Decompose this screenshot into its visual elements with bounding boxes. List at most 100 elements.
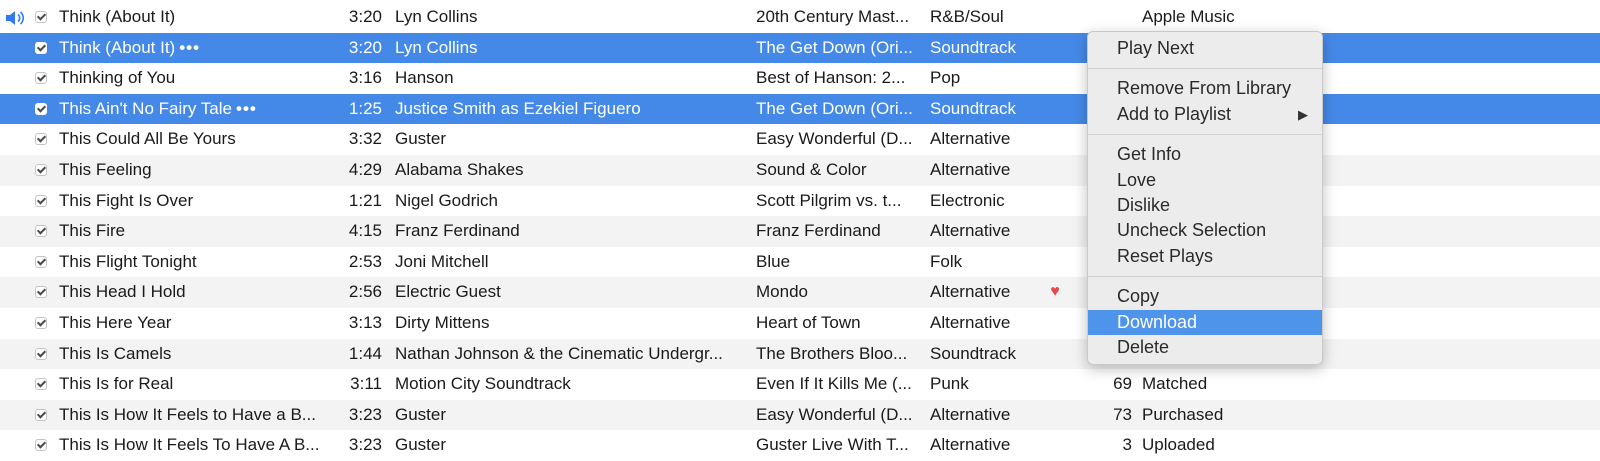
song-album-text: Sound & Color bbox=[756, 159, 867, 179]
song-genre-text: Alternative bbox=[930, 159, 1011, 179]
menu-item-dislike[interactable]: Dislike bbox=[1088, 193, 1322, 218]
menu-item-add-to-playlist[interactable]: Add to Playlist ▶ bbox=[1088, 102, 1322, 127]
song-album: Sound & Color bbox=[756, 155, 916, 186]
song-time-text: 3:32 bbox=[348, 129, 382, 149]
song-genre-text: Soundtrack bbox=[930, 37, 1016, 57]
song-album-text: Easy Wonderful (D... bbox=[756, 129, 913, 149]
song-time: 3:20 bbox=[326, 2, 382, 33]
heart-icon[interactable]: ♥ bbox=[1044, 277, 1066, 308]
song-checkbox[interactable] bbox=[35, 408, 47, 421]
song-row[interactable]: This Is for Real 3:11 Motion City Soundtra… bbox=[0, 369, 1600, 400]
song-list: Think (About It) 3:20 Lyn Collins 20th Cent… bbox=[0, 2, 1600, 461]
song-album: Mondo bbox=[756, 277, 916, 308]
song-row[interactable]: Thinking of You 3:16 Hanson Best of Hanson:… bbox=[0, 63, 1600, 94]
menu-item-download[interactable]: Download bbox=[1088, 309, 1322, 335]
song-checkbox[interactable] bbox=[35, 194, 47, 207]
song-album-text: Easy Wonderful (D... bbox=[756, 404, 913, 424]
song-time: 1:44 bbox=[326, 339, 382, 370]
song-artist-text: Dirty Mittens bbox=[395, 312, 490, 332]
song-checkbox[interactable] bbox=[35, 72, 47, 85]
song-row[interactable]: This Is How It Feels to Have a B... 3:23 G… bbox=[0, 399, 1600, 431]
song-checkbox[interactable] bbox=[35, 102, 47, 115]
song-time-text: 3:20 bbox=[348, 37, 382, 57]
song-row[interactable]: This Fire 4:15 Franz Ferdinand Franz Ferdin… bbox=[0, 216, 1600, 247]
song-title: This Is Camels bbox=[59, 339, 327, 370]
song-row[interactable]: This Head I Hold 2:56 Electric Guest Mondo A… bbox=[0, 277, 1600, 308]
song-time: 3:23 bbox=[326, 430, 382, 461]
song-time: 4:29 bbox=[326, 155, 382, 186]
song-genre-text: Alternative bbox=[930, 282, 1011, 302]
song-title-text: This Is How It Feels To Have A B... bbox=[59, 435, 320, 455]
song-album-text: Guster Live With T... bbox=[756, 435, 909, 455]
menu-item-play-next[interactable]: Play Next bbox=[1088, 36, 1322, 61]
song-genre-text: Folk bbox=[930, 251, 963, 271]
song-time: 4:15 bbox=[326, 216, 382, 247]
song-album-text: 20th Century Mast... bbox=[756, 7, 910, 26]
song-checkbox[interactable] bbox=[35, 133, 47, 146]
song-row[interactable]: This Here Year 3:13 Dirty Mittens Heart of … bbox=[0, 308, 1600, 339]
song-artist: Joni Mitchell bbox=[395, 247, 743, 278]
song-title: This Is How It Feels to Have a B... bbox=[59, 400, 327, 431]
song-genre-text: Alternative bbox=[930, 129, 1011, 149]
song-time: 3:11 bbox=[326, 369, 382, 400]
song-row[interactable]: This Feeling 4:29 Alabama Shakes Sound & Co… bbox=[0, 154, 1600, 186]
song-checkbox[interactable] bbox=[35, 378, 47, 391]
menu-item-copy[interactable]: Copy bbox=[1088, 284, 1322, 309]
song-genre: Soundtrack bbox=[930, 94, 1050, 125]
more-options-icon[interactable]: ••• bbox=[179, 38, 200, 57]
song-title: This Fight Is Over bbox=[59, 186, 327, 217]
song-checkbox[interactable] bbox=[35, 225, 47, 238]
song-genre-text: Alternative bbox=[930, 404, 1011, 424]
submenu-arrow-icon: ▶ bbox=[1298, 106, 1308, 122]
song-row[interactable]: This Flight Tonight 2:53 Joni Mitchell Blue… bbox=[0, 247, 1600, 278]
song-artist-text: Motion City Soundtrack bbox=[395, 374, 571, 394]
song-checkbox[interactable] bbox=[35, 286, 47, 299]
song-checkbox[interactable] bbox=[35, 316, 47, 329]
song-checkbox[interactable] bbox=[35, 439, 47, 452]
menu-item-remove-from-library[interactable]: Remove From Library bbox=[1088, 76, 1322, 101]
song-kind-text: Purchased bbox=[1142, 404, 1224, 424]
song-genre-text: Alternative bbox=[930, 435, 1011, 455]
song-plays-text: 73 bbox=[1113, 404, 1132, 424]
menu-item-get-info[interactable]: Get Info bbox=[1088, 142, 1322, 167]
song-artist: Dirty Mittens bbox=[395, 308, 743, 339]
song-row[interactable]: Think (About It) ••• 3:20 Lyn Collins The Ge… bbox=[0, 32, 1600, 64]
song-title-text: Thinking of You bbox=[59, 68, 176, 88]
song-artist: Guster bbox=[395, 124, 743, 155]
menu-item-love[interactable]: Love bbox=[1088, 168, 1322, 193]
song-time-text: 3:20 bbox=[348, 7, 382, 26]
song-checkbox[interactable] bbox=[35, 11, 47, 23]
song-album: Guster Live With T... bbox=[756, 430, 916, 461]
song-checkbox[interactable] bbox=[35, 347, 47, 360]
song-time: 2:56 bbox=[326, 277, 382, 308]
menu-item-label: Add to Playlist bbox=[1117, 103, 1232, 124]
song-row[interactable]: This Is How It Feels To Have A B... 3:23 G… bbox=[0, 430, 1600, 461]
song-checkbox[interactable] bbox=[35, 41, 47, 54]
song-title-text: This Ain't No Fairy Tale bbox=[59, 98, 232, 118]
more-options-icon[interactable]: ••• bbox=[236, 99, 257, 118]
song-checkbox[interactable] bbox=[35, 255, 47, 268]
song-row[interactable]: This Is Camels 1:44 Nathan Johnson & the C… bbox=[0, 338, 1600, 370]
song-row[interactable]: Think (About It) 3:20 Lyn Collins 20th Cent… bbox=[0, 2, 1600, 33]
song-row[interactable]: This Ain't No Fairy Tale ••• 1:25 Justice S… bbox=[0, 93, 1600, 125]
song-title-text: Think (About It) bbox=[59, 7, 176, 26]
song-artist: Guster bbox=[395, 430, 743, 461]
song-genre: Soundtrack bbox=[930, 33, 1050, 64]
song-genre: Electronic bbox=[930, 186, 1050, 217]
song-row[interactable]: This Could All Be Yours 3:32 Guster Easy Wo… bbox=[0, 124, 1600, 155]
menu-item-uncheck-selection[interactable]: Uncheck Selection bbox=[1088, 218, 1322, 243]
song-artist: Lyn Collins bbox=[395, 33, 743, 64]
song-row[interactable]: This Fight Is Over 1:21 Nigel Godrich Scott… bbox=[0, 186, 1600, 217]
song-time: 2:53 bbox=[326, 247, 382, 278]
song-time-text: 2:56 bbox=[348, 282, 382, 302]
song-kind-text: Apple Music bbox=[1142, 7, 1235, 26]
song-album: The Brothers Bloo... bbox=[756, 339, 916, 370]
song-checkbox[interactable] bbox=[35, 163, 47, 176]
song-artist-text: Alabama Shakes bbox=[395, 159, 524, 179]
menu-item-reset-plays[interactable]: Reset Plays bbox=[1088, 244, 1322, 269]
menu-item-delete[interactable]: Delete bbox=[1088, 335, 1322, 360]
speaker-icon bbox=[3, 2, 27, 33]
song-title-text: This Fight Is Over bbox=[59, 190, 194, 210]
song-artist-text: Hanson bbox=[395, 68, 454, 88]
song-genre: Alternative bbox=[930, 216, 1050, 247]
